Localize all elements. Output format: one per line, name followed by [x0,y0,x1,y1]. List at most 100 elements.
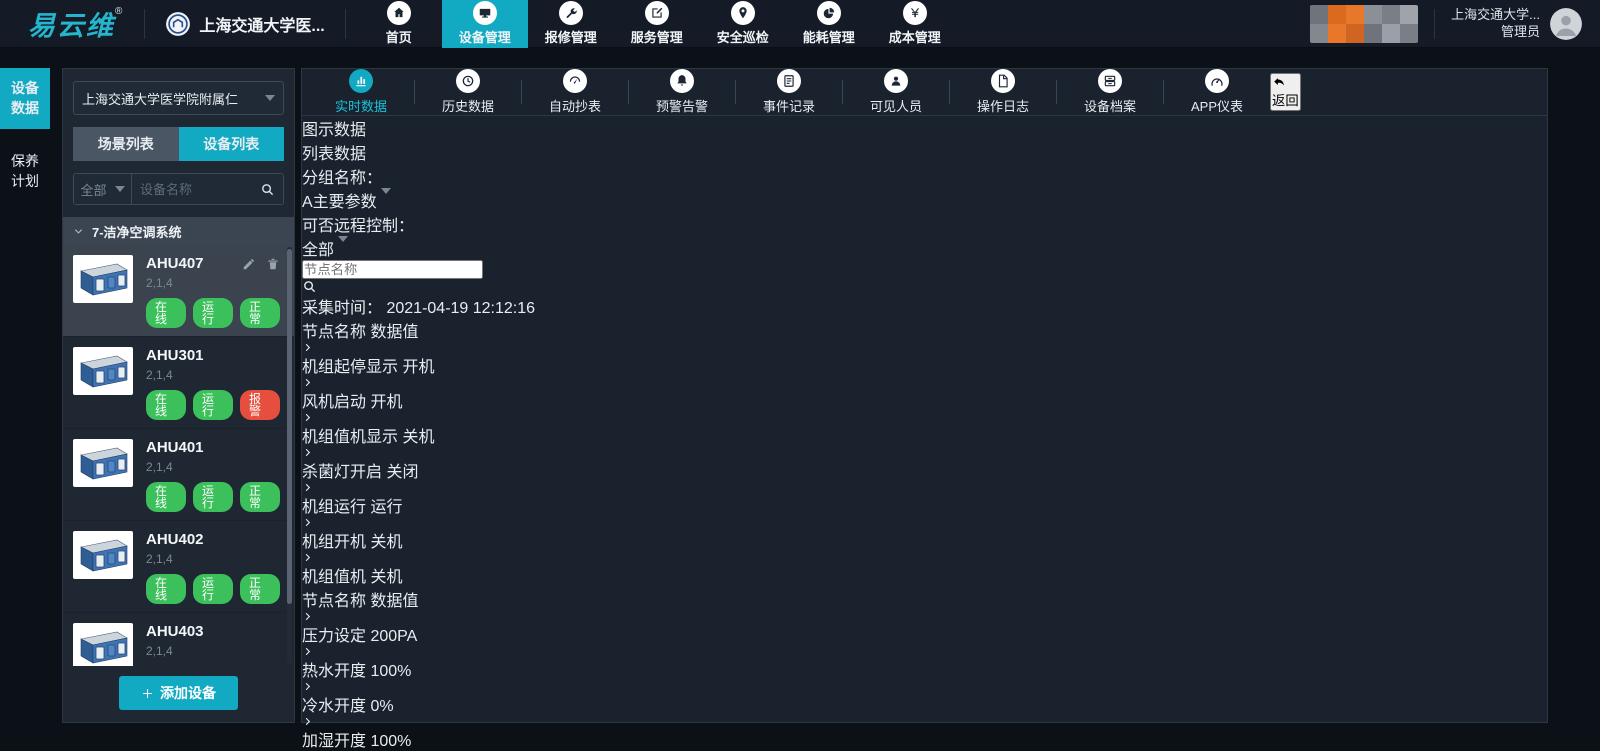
delete-icon[interactable] [266,257,280,271]
gauge-icon [1205,69,1229,93]
subtab-1[interactable]: 图示数据 [302,116,1547,140]
device-name: AHU301 [146,347,280,364]
main-tab-6[interactable]: 可见人员 [843,69,949,115]
bell-icon [670,69,694,93]
remote-filter-select[interactable]: 全部 [302,236,1547,260]
device-panel: 上海交通大学医学院附属仁 场景列表设备列表 全部 [62,68,295,723]
main-tab-5[interactable]: 事件记录 [736,69,842,115]
device-meta: 2,1,4 [146,460,280,474]
status-badge: 运行 [193,298,233,328]
main-tab-label: APP仪表 [1191,96,1243,115]
rail-item-1[interactable]: 设备数据 [0,68,50,129]
device-meta: 2,1,4 [146,276,280,290]
edit-icon[interactable] [242,257,256,271]
device-item[interactable]: AHU301 2,1,4 在线运行报警 [63,337,294,429]
device-thumbnail [73,531,133,579]
device-search-input[interactable] [140,182,260,197]
group-filter-value: A主要参数 [302,194,377,211]
device-item[interactable]: AHU407 2,1,4 在线运行正常 [63,245,294,337]
status-badge: 运行 [193,574,233,604]
nav-label: 首页 [386,27,412,46]
hospital-badge-icon [165,11,191,37]
main-tab-label: 实时数据 [335,96,387,115]
main-tab-1[interactable]: 实时数据 [308,69,414,115]
chevron-down-icon [381,188,391,211]
user-org: 上海交通大学... [1451,7,1540,24]
table-header: 节点名称 数据值 [302,587,1547,611]
table-row[interactable]: 机组值机显示 关机 [302,412,1547,447]
file-icon [991,69,1015,93]
table-row[interactable]: 压力设定 200PA [302,611,1547,646]
device-item[interactable]: AHU401 2,1,4 在线运行正常 [63,429,294,521]
node-name: 机组值机显示 [302,429,398,446]
brand-name: 易云维 [28,4,115,43]
remote-filter-label: 可否远程控制： [302,218,414,235]
chevron-right-icon [302,681,1547,692]
pie-icon [817,1,841,25]
node-value: 运行 [370,499,402,516]
node-value: 0% [370,698,393,715]
nav-item-6[interactable]: 能耗管理 [786,0,872,48]
back-button[interactable]: 返回 [1270,73,1301,111]
nav-item-2[interactable]: 设备管理 [442,0,528,48]
device-group-header[interactable]: 7-洁净空调系统 [63,217,294,245]
nav-label: 能耗管理 [803,27,855,46]
table-row[interactable]: 杀菌灯开启 关闭 [302,447,1547,482]
nav-item-7[interactable]: 成本管理 [872,0,958,48]
list-tab-1[interactable]: 场景列表 [73,127,179,161]
wrench-icon [559,1,583,25]
device-item[interactable]: AHU402 2,1,4 在线运行正常 [63,521,294,613]
scrollbar-thumb[interactable] [287,249,292,604]
subtab-2[interactable]: 列表数据 [302,140,1547,164]
table-row[interactable]: 机组运行 运行 [302,482,1547,517]
group-filter-select[interactable]: A主要参数 [302,188,1547,212]
add-device-button[interactable]: 添加设备 [119,676,238,710]
table-row[interactable]: 机组起停显示 开机 [302,342,1547,377]
main-tabs: 实时数据 历史数据 自动抄表 预警告警 事件记录 可见人员 操作日志 设备档案 … [302,69,1547,116]
yen-icon [903,1,927,25]
table-row[interactable]: 热水开度 100% [302,646,1547,681]
table-row[interactable]: 机组开机 关机 [302,517,1547,552]
main-tab-2[interactable]: 历史数据 [415,69,521,115]
table-row[interactable]: 冷水开度 0% [302,681,1547,716]
main-tab-7[interactable]: 操作日志 [950,69,1056,115]
search-icon[interactable] [260,182,275,197]
nav-item-3[interactable]: 报修管理 [528,0,614,48]
table-row[interactable]: 风机启动 开机 [302,377,1547,412]
hospital-select-value: 上海交通大学医学院附属仁 [82,89,261,108]
table-row[interactable]: 加湿开度 100% [302,716,1547,751]
table-row[interactable]: 机组值机 关机 [302,552,1547,587]
node-value: 开机 [402,359,434,376]
filter-row: 分组名称： A主要参数 可否远程控制： 全部 采集时间： 2021-04-19 … [302,164,1547,318]
topbar: 易云维 ® 上海交通大学医... 首页 设备管理 报修管理 服务管理 安全巡检 … [0,0,1600,48]
node-search-input[interactable] [302,260,483,279]
hospital-select[interactable]: 上海交通大学医学院附属仁 [73,81,284,115]
main-nav: 首页 设备管理 报修管理 服务管理 安全巡检 能耗管理 成本管理 [356,0,958,48]
main-tab-4[interactable]: 预警告警 [629,69,735,115]
brand-logo: 易云维 ® [0,4,144,43]
main-tab-3[interactable]: 自动抄表 [522,69,628,115]
search-icon[interactable] [302,279,1547,294]
home-icon [387,1,411,25]
status-badge: 在线 [146,574,186,604]
main-tab-9[interactable]: APP仪表 [1164,69,1270,115]
chevron-right-icon [302,377,1547,388]
main-tab-label: 预警告警 [656,96,708,115]
list-tab-2[interactable]: 设备列表 [179,127,285,161]
main-tab-8[interactable]: 设备档案 [1057,69,1163,115]
group-filter-label: 分组名称： [302,170,382,187]
nav-label: 服务管理 [631,27,683,46]
nav-item-4[interactable]: 服务管理 [614,0,700,48]
rail-item-2[interactable]: 保养计划 [0,141,50,202]
device-filter-select[interactable]: 全部 [74,174,132,204]
status-badge: 运行 [193,482,233,512]
device-item[interactable]: AHU403 2,1,4 在线运行正常 [63,613,294,666]
nav-item-1[interactable]: 首页 [356,0,442,48]
plus-icon [141,687,154,700]
avatar[interactable] [1550,8,1582,40]
left-rail: 设备数据保养计划 [0,48,50,751]
device-name: AHU401 [146,439,280,456]
main-tab-label: 自动抄表 [549,96,601,115]
device-group-title: 7-洁净空调系统 [92,222,182,241]
nav-item-5[interactable]: 安全巡检 [700,0,786,48]
